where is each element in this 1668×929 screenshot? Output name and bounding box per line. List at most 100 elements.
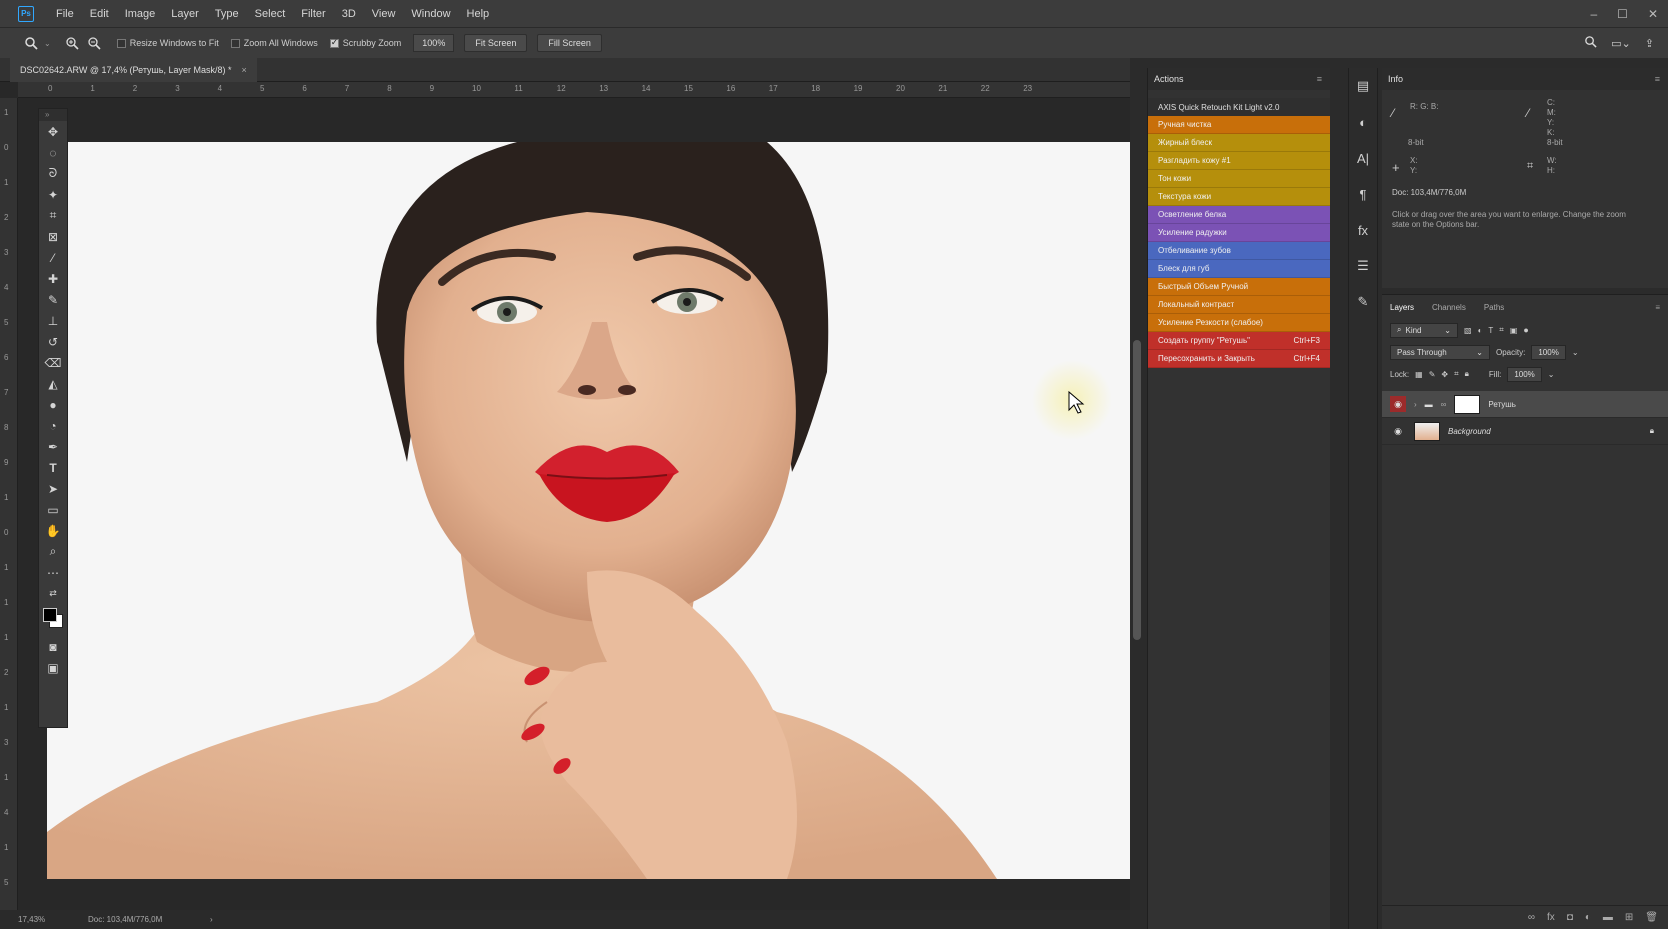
dodge-tool-icon[interactable]: ◔: [39, 415, 67, 436]
zoom-percentage[interactable]: 17,43%: [18, 915, 88, 924]
action-button[interactable]: Создать группу "Ретушь" Ctrl+F3: [1148, 332, 1330, 350]
brush-tool-icon[interactable]: ✎: [39, 289, 67, 310]
crop-tool-icon[interactable]: ⌗: [39, 205, 67, 226]
new-layer-icon[interactable]: ⊞: [1625, 912, 1633, 923]
tab-layers[interactable]: Layers: [1390, 303, 1414, 312]
histogram-icon[interactable]: ▤: [1349, 68, 1377, 104]
screen-mode-icon[interactable]: ▣: [39, 657, 67, 678]
link-icon[interactable]: ∞: [1441, 400, 1447, 409]
type-tool-icon[interactable]: T: [39, 457, 67, 478]
close-icon[interactable]: ✕: [1648, 7, 1658, 21]
scrubby-zoom-checkbox[interactable]: Scrubby Zoom: [329, 37, 401, 48]
link-layers-icon[interactable]: ∞: [1528, 912, 1535, 923]
action-button[interactable]: Пересохранить и Закрыть Ctrl+F4: [1148, 350, 1330, 368]
rectangle-tool-icon[interactable]: ▭: [39, 499, 67, 520]
menu-layer[interactable]: Layer: [163, 8, 207, 20]
share-icon[interactable]: ⇪: [1645, 37, 1654, 50]
tab-channels[interactable]: Channels: [1432, 303, 1466, 312]
document-tab[interactable]: DSC02642.ARW @ 17,4% (Ретушь, Layer Mask…: [10, 58, 257, 82]
zoom-tool-icon[interactable]: [20, 32, 42, 54]
action-button[interactable]: Разгладить кожу #1: [1148, 152, 1330, 170]
eraser-tool-icon[interactable]: ⌫: [39, 352, 67, 373]
resize-windows-checkbox[interactable]: Resize Windows to Fit: [116, 38, 219, 48]
info-menu-icon[interactable]: ≡: [1655, 74, 1660, 84]
lock-all-icon[interactable]: 🔒︎: [1465, 369, 1469, 379]
tool-preset-dropdown-icon[interactable]: ⌄: [44, 39, 51, 48]
kind-filter-dropdown[interactable]: ⌕ Kind ⌄: [1390, 322, 1458, 338]
character-icon[interactable]: A|: [1349, 140, 1377, 176]
pen-tool-icon[interactable]: ✒: [39, 436, 67, 457]
menu-select[interactable]: Select: [247, 8, 294, 20]
opacity-field[interactable]: 100%: [1531, 344, 1566, 360]
styles-icon[interactable]: fx: [1349, 212, 1377, 248]
layer-mask-thumbnail[interactable]: [1454, 394, 1481, 414]
opacity-dropdown-icon[interactable]: ⌄: [1572, 348, 1579, 357]
new-group-icon[interactable]: ▬: [1603, 912, 1613, 923]
foreground-color-swatch[interactable]: [43, 608, 57, 622]
fill-dropdown-icon[interactable]: ⌄: [1548, 370, 1555, 379]
add-mask-icon[interactable]: ◘: [1567, 912, 1573, 923]
zoom-tool-icon-panel[interactable]: ⌕: [39, 541, 67, 562]
action-button[interactable]: Локальный контраст: [1148, 296, 1330, 314]
swap-colors-icon[interactable]: ⇄: [39, 583, 67, 604]
marquee-tool-icon[interactable]: ◌: [39, 142, 67, 163]
zoom-out-icon[interactable]: [83, 32, 105, 54]
maximize-icon[interactable]: ☐: [1617, 7, 1628, 21]
layer-row-retouch[interactable]: ◉ › ▬ ∞ Ретушь: [1382, 391, 1668, 418]
menu-3d[interactable]: 3D: [334, 8, 364, 20]
shape-filter-icon[interactable]: ⌗: [1499, 325, 1504, 335]
tab-close-icon[interactable]: ×: [242, 65, 247, 75]
action-button[interactable]: Усиление радужки: [1148, 224, 1330, 242]
menu-edit[interactable]: Edit: [82, 8, 117, 20]
workspace-icon[interactable]: ▭⌄: [1611, 37, 1631, 50]
navigator-icon[interactable]: ◐: [1349, 104, 1377, 140]
move-tool-icon[interactable]: ✥: [39, 121, 67, 142]
action-button[interactable]: Отбеливание зубов: [1148, 242, 1330, 260]
blend-mode-dropdown[interactable]: Pass Through ⌄: [1390, 344, 1490, 360]
visibility-eye-icon[interactable]: ◉: [1390, 423, 1406, 439]
menu-image[interactable]: Image: [117, 8, 164, 20]
status-menu-icon[interactable]: ›: [210, 915, 213, 924]
zoom-all-windows-checkbox[interactable]: Zoom All Windows: [230, 38, 318, 48]
menu-view[interactable]: View: [364, 8, 404, 20]
healing-brush-tool-icon[interactable]: ✚: [39, 268, 67, 289]
layer-thumbnail[interactable]: [1414, 421, 1440, 441]
search-icon[interactable]: [1584, 35, 1597, 51]
path-selection-tool-icon[interactable]: ➤: [39, 478, 67, 499]
toolbar-collapse-icon[interactable]: »: [39, 109, 67, 121]
lock-image-icon[interactable]: ✎: [1429, 370, 1436, 379]
action-button[interactable]: Блеск для губ: [1148, 260, 1330, 278]
zoom-100-button[interactable]: 100%: [413, 34, 455, 52]
pixel-filter-icon[interactable]: ▧: [1464, 326, 1472, 335]
magic-wand-tool-icon[interactable]: ✦: [39, 184, 67, 205]
expand-group-icon[interactable]: ›: [1414, 400, 1417, 409]
layer-row-background[interactable]: ◉ Background 🔒︎: [1382, 418, 1668, 445]
quick-mask-icon[interactable]: ◙: [39, 636, 67, 657]
eyedropper-tool-icon[interactable]: ⁄: [39, 247, 67, 268]
paragraph-icon[interactable]: ¶: [1349, 176, 1377, 212]
minimize-icon[interactable]: –: [1590, 7, 1597, 21]
menu-filter[interactable]: Filter: [293, 8, 333, 20]
vertical-ruler[interactable]: 10123456789101112131415: [0, 98, 18, 929]
history-brush-tool-icon[interactable]: ↺: [39, 331, 67, 352]
menu-file[interactable]: File: [48, 8, 82, 20]
fx-icon[interactable]: fx: [1547, 912, 1555, 923]
fit-screen-button[interactable]: Fit Screen: [464, 34, 528, 52]
action-button[interactable]: Жирный блеск: [1148, 134, 1330, 152]
brush-settings-icon[interactable]: ✎: [1349, 284, 1377, 320]
hand-tool-icon[interactable]: ✋: [39, 520, 67, 541]
layers-menu-icon[interactable]: ≡: [1655, 303, 1660, 312]
adjustment-filter-icon[interactable]: ◐: [1478, 326, 1483, 335]
gradient-tool-icon[interactable]: ◭: [39, 373, 67, 394]
menu-type[interactable]: Type: [207, 8, 247, 20]
horizontal-ruler[interactable]: 0 1 2 3 4 5 6 7 8 9 10 11 12 13 14 15 16 17 18 19 20 21 22 23: [18, 82, 1130, 98]
action-button[interactable]: Тон кожи: [1148, 170, 1330, 188]
color-swatches[interactable]: [39, 604, 67, 636]
visibility-eye-icon[interactable]: ◉: [1390, 396, 1406, 412]
delete-layer-icon[interactable]: 🗑︎: [1645, 912, 1658, 923]
image-canvas[interactable]: [47, 142, 1130, 879]
action-button[interactable]: Ручная чистка: [1148, 116, 1330, 134]
info-tab[interactable]: Info ≡: [1382, 68, 1668, 90]
type-filter-icon[interactable]: T: [1488, 326, 1493, 335]
frame-tool-icon[interactable]: ⊠: [39, 226, 67, 247]
